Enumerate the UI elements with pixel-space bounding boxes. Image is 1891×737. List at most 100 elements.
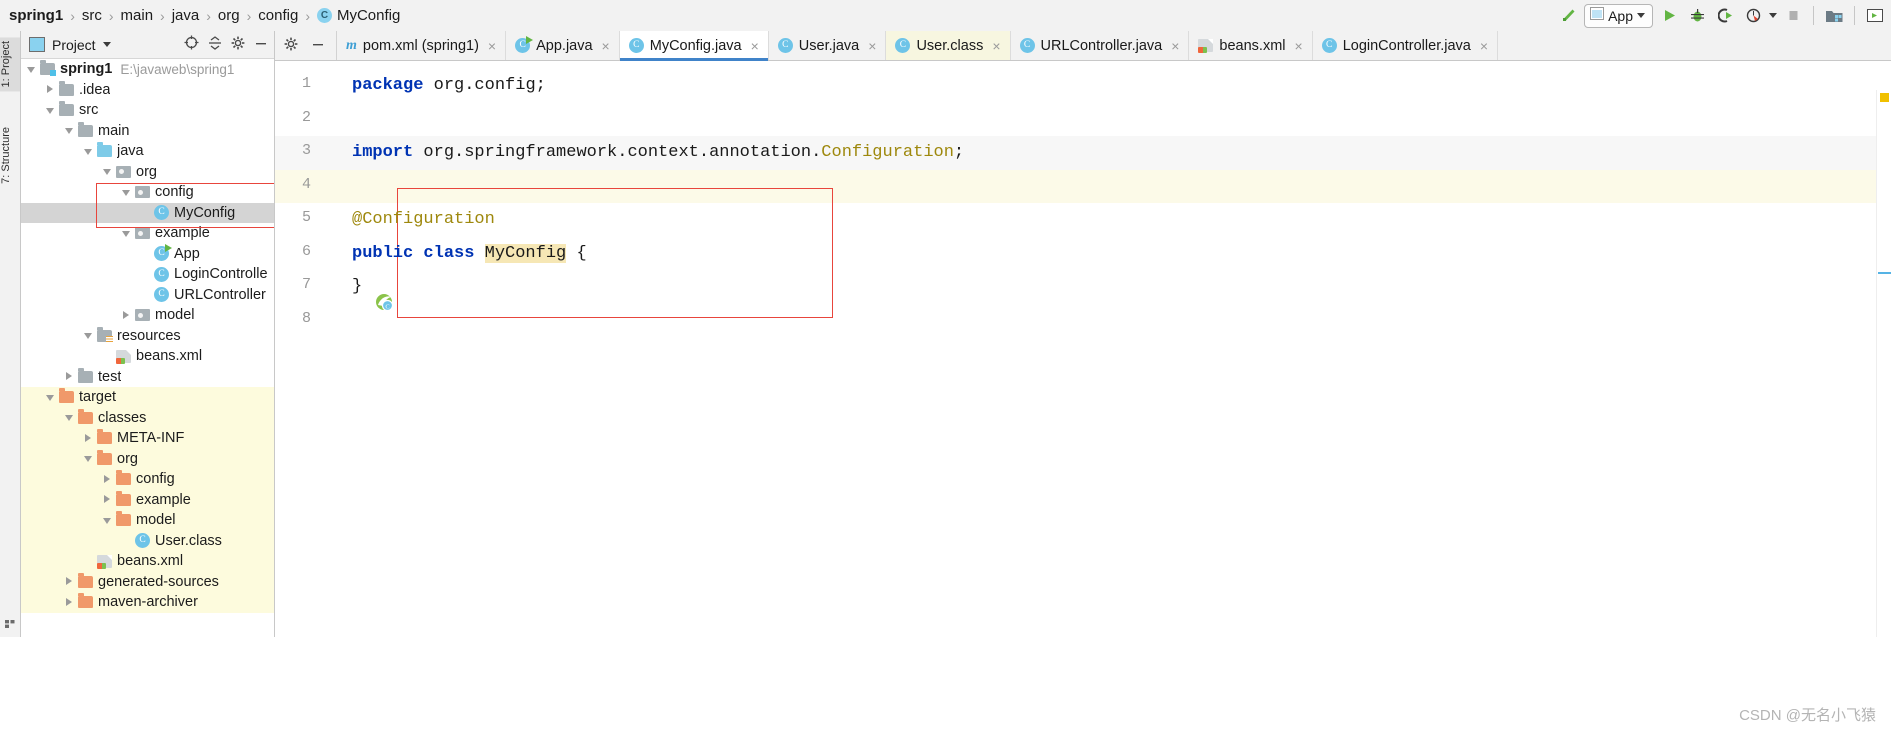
tree-node-org[interactable]: org <box>21 448 274 469</box>
tree-toggle-open-icon[interactable] <box>84 454 93 463</box>
debug-button[interactable] <box>1685 4 1709 28</box>
warning-marker-icon[interactable] <box>1880 93 1889 102</box>
tree-toggle-open-icon[interactable] <box>122 229 131 238</box>
tree-node-resources[interactable]: resources <box>21 326 274 347</box>
code-line[interactable]: public class MyConfig { <box>352 237 587 271</box>
tree-node-maven-archiver[interactable]: maven-archiver <box>21 592 274 613</box>
tree-node-generated-sources[interactable]: generated-sources <box>21 571 274 592</box>
close-icon[interactable]: × <box>602 38 610 54</box>
profiler-chevron-down-icon[interactable] <box>1769 13 1777 18</box>
chevron-down-icon[interactable] <box>102 42 111 47</box>
editor-tab-pom-xml-spring1-[interactable]: m pom.xml (spring1) × <box>337 31 507 60</box>
tool-window-grid-icon[interactable] <box>5 615 15 628</box>
tree-toggle-open-icon[interactable] <box>122 188 131 197</box>
line-number[interactable]: 3 <box>302 142 311 159</box>
run-configuration-selector[interactable]: App <box>1584 3 1653 28</box>
close-icon[interactable]: × <box>1480 38 1488 54</box>
code-editor[interactable]: 1 2 3 4 5 6 7 8 C package org.config; import org… <box>275 61 1891 667</box>
tree-toggle-open-icon[interactable] <box>46 106 55 115</box>
tree-node--idea[interactable]: .idea <box>21 80 274 101</box>
tree-node-src[interactable]: src <box>21 100 274 121</box>
tree-node-model[interactable]: model <box>21 510 274 531</box>
tree-node-urlcontroller[interactable]: C URLController <box>21 285 274 306</box>
run-button[interactable] <box>1657 4 1681 28</box>
tool-tab-structure[interactable]: 7: Structure <box>0 123 20 188</box>
profiler-button[interactable] <box>1741 4 1765 28</box>
tree-node-beans-xml[interactable]: beans.xml <box>21 551 274 572</box>
code-line[interactable]: import org.springframework.context.annot… <box>352 136 964 170</box>
tree-toggle-open-icon[interactable] <box>46 393 55 402</box>
tree-toggle-open-icon[interactable] <box>103 516 112 525</box>
code-line[interactable]: @Configuration <box>352 203 495 237</box>
close-icon[interactable]: × <box>751 38 759 54</box>
close-icon[interactable]: × <box>1295 38 1303 54</box>
tree-node-main[interactable]: main <box>21 121 274 142</box>
editor-tab-beans-xml[interactable]: beans.xml × <box>1189 31 1313 60</box>
tree-toggle-open-icon[interactable] <box>84 331 93 340</box>
tree-toggle-open-icon[interactable] <box>103 167 112 176</box>
tree-toggle-open-icon[interactable] <box>65 413 74 422</box>
code-content[interactable]: C package org.config; import org.springfr… <box>343 61 1891 638</box>
line-number[interactable]: 4 <box>302 176 311 193</box>
editor-tab-user-java[interactable]: C User.java × <box>768 31 887 60</box>
tree-toggle-closed-icon[interactable] <box>46 85 55 94</box>
line-number[interactable]: 6 <box>302 243 311 260</box>
tree-toggle-open-icon[interactable] <box>65 126 74 135</box>
breadcrumb-item-src[interactable]: src <box>82 7 102 24</box>
tree-node-config[interactable]: config <box>21 469 274 490</box>
minimize-icon[interactable] <box>254 36 268 54</box>
tree-node-example[interactable]: example <box>21 223 274 244</box>
chevron-down-icon[interactable] <box>1637 13 1645 18</box>
breadcrumb-item-main[interactable]: main <box>121 7 154 24</box>
tree-toggle-closed-icon[interactable] <box>103 474 112 484</box>
breadcrumb-item-project[interactable]: spring1 <box>9 7 63 24</box>
project-tree[interactable]: spring1 E:\javaweb\spring1 .idea src main jav… <box>21 59 274 637</box>
tree-node-test[interactable]: test <box>21 367 274 388</box>
crosshair-icon[interactable] <box>184 35 199 54</box>
editor-tab-app-java[interactable]: C App.java × <box>506 31 620 60</box>
code-line[interactable]: package org.config; <box>352 69 546 103</box>
tree-toggle-closed-icon[interactable] <box>65 597 74 607</box>
tree-toggle-closed-icon[interactable] <box>65 372 74 381</box>
tree-node-myconfig[interactable]: C MyConfig <box>21 202 274 223</box>
tool-tab-project[interactable]: 1: Project <box>0 37 20 92</box>
gear-icon[interactable] <box>284 37 298 55</box>
editor-tab-user-class[interactable]: C User.class × <box>886 31 1011 60</box>
breadcrumb-item-config[interactable]: config <box>258 7 298 24</box>
breadcrumb-item-org[interactable]: org <box>218 7 240 24</box>
editor-tab-myconfig-java[interactable]: C MyConfig.java × <box>619 31 769 61</box>
tree-node-example[interactable]: example <box>21 489 274 510</box>
breadcrumb-item-java[interactable]: java <box>172 7 200 24</box>
tree-node-classes[interactable]: classes <box>21 407 274 428</box>
stop-button[interactable] <box>1781 4 1805 28</box>
tree-node-meta-inf[interactable]: META-INF <box>21 428 274 449</box>
tree-toggle-closed-icon[interactable] <box>84 433 93 443</box>
tree-node-user-class[interactable]: C User.class <box>21 530 274 551</box>
tree-node-beans-xml[interactable]: beans.xml <box>21 346 274 367</box>
tree-toggle-open-icon[interactable] <box>84 147 93 156</box>
hammer-icon[interactable] <box>1556 4 1580 28</box>
line-number[interactable]: 1 <box>302 75 311 92</box>
editor-tab-logincontroller-java[interactable]: C LoginController.java × <box>1312 31 1499 60</box>
tree-node-app[interactable]: C App <box>21 244 274 265</box>
marker-gutter[interactable] <box>1876 90 1891 667</box>
spring-bean-icon[interactable]: C <box>375 293 394 312</box>
tree-node-target[interactable]: target <box>21 387 274 408</box>
editor-tab-urlcontroller-java[interactable]: C URLController.java × <box>1010 31 1190 60</box>
close-icon[interactable]: × <box>1171 38 1179 54</box>
close-icon[interactable]: × <box>868 38 876 54</box>
collapse-all-icon[interactable] <box>208 35 222 54</box>
minimize-icon[interactable] <box>311 37 325 55</box>
project-structure-icon[interactable] <box>1822 4 1846 28</box>
tree-toggle-closed-icon[interactable] <box>65 577 74 586</box>
tree-node-spring1[interactable]: spring1 E:\javaweb\spring1 <box>21 59 274 80</box>
run-with-coverage-button[interactable] <box>1713 4 1737 28</box>
code-line[interactable]: } <box>352 270 362 304</box>
tree-toggle-open-icon[interactable] <box>27 65 36 74</box>
close-icon[interactable]: × <box>488 38 496 54</box>
tree-toggle-closed-icon[interactable] <box>103 495 112 504</box>
line-number[interactable]: 2 <box>302 109 311 126</box>
tree-toggle-closed-icon[interactable] <box>122 310 131 320</box>
tree-node-logincontrolle[interactable]: C LoginControlle <box>21 264 274 285</box>
tree-node-org[interactable]: org <box>21 162 274 183</box>
